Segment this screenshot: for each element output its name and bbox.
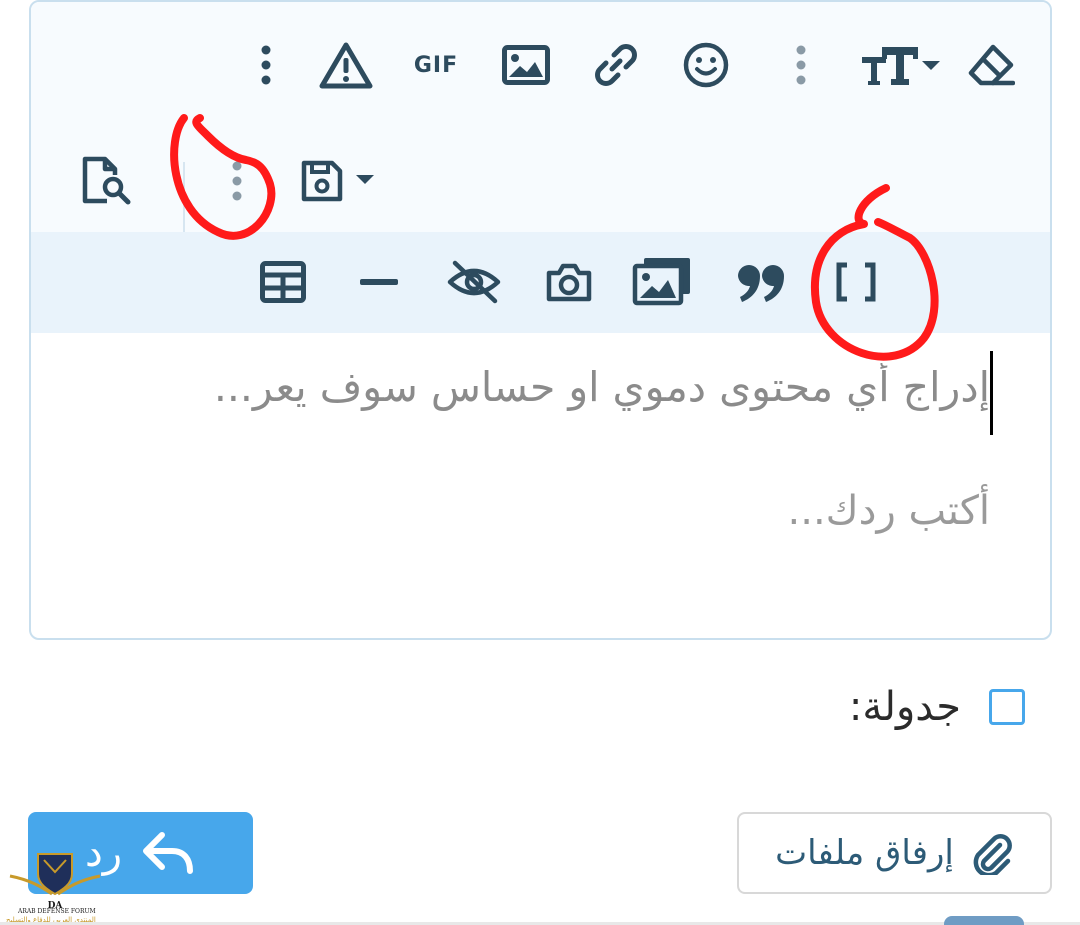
table-icon <box>260 261 306 303</box>
editor-toolbar: GIF <box>31 2 1050 232</box>
more-options-button[interactable] <box>246 40 286 90</box>
hide-icon <box>447 260 501 304</box>
spoiler-warning-button[interactable] <box>316 37 376 93</box>
eraser-icon <box>968 44 1015 86</box>
smilies-button[interactable] <box>676 38 736 92</box>
more-options-icon <box>261 45 271 85</box>
bottom-partial-button[interactable] <box>944 916 1024 925</box>
schedule-option: جدولة: <box>849 684 1025 730</box>
schedule-label: جدولة: <box>848 684 961 730</box>
gif-icon: GIF <box>413 52 459 78</box>
attach-files-label: إرفاق ملفات <box>775 833 954 873</box>
forum-logo: DA ARAB DEFENSE FORUM المنتدى العربي للد… <box>0 850 110 925</box>
gif-button[interactable]: GIF <box>406 40 466 90</box>
attach-files-button[interactable]: إرفاق ملفات <box>737 812 1052 894</box>
camera-button[interactable] <box>539 254 599 310</box>
preview-button[interactable] <box>77 152 137 208</box>
schedule-checkbox[interactable] <box>989 689 1025 725</box>
toolbar-separator <box>217 158 257 204</box>
horizontal-line-icon <box>360 279 398 285</box>
insert-table-button[interactable] <box>253 254 313 310</box>
horizontal-line-button[interactable] <box>349 254 409 310</box>
spoiler-warning-text: إدراج أي محتوى دموي او حساس سوف يعر... <box>213 363 990 411</box>
text-caret <box>990 351 993 435</box>
smiley-icon <box>683 42 729 88</box>
text-size-button[interactable] <box>857 38 947 92</box>
hide-content-button[interactable] <box>441 254 507 310</box>
logo-name-en: ARAB DEFENSE FORUM <box>18 908 96 915</box>
image-icon <box>502 45 550 85</box>
insert-image-button[interactable] <box>496 40 556 90</box>
save-draft-icon <box>301 160 374 202</box>
camera-icon <box>546 263 592 302</box>
preview-icon <box>82 156 131 205</box>
insert-link-button[interactable] <box>586 38 646 92</box>
drafts-button[interactable] <box>299 154 379 208</box>
editor-toolbar-secondary <box>31 232 1050 333</box>
warning-icon <box>319 42 373 89</box>
link-icon <box>595 44 637 86</box>
forum-emblem-icon: DA <box>9 853 101 910</box>
code-button[interactable] <box>826 254 886 310</box>
reply-placeholder: أكتب ردك... <box>787 488 990 534</box>
editor-content[interactable]: إدراج أي محتوى دموي او حساس سوف يعر... أ… <box>31 333 1050 638</box>
text-size-icon <box>862 47 940 85</box>
remove-formatting-button[interactable] <box>961 38 1021 92</box>
separator-dots-icon <box>232 161 242 201</box>
paperclip-icon <box>973 834 1012 875</box>
gallery-button[interactable] <box>629 252 695 310</box>
separator-dots-icon <box>796 45 806 85</box>
rich-text-editor: GIF إدراج أي محتوى دموي او حساس سوف يعر.… <box>29 0 1052 640</box>
toolbar-separator <box>781 42 821 88</box>
reply-arrow-icon <box>143 832 194 874</box>
toolbar-divider <box>183 162 185 232</box>
quote-button[interactable] <box>731 254 791 310</box>
brackets-icon <box>836 262 876 302</box>
quote-icon <box>738 265 784 302</box>
gallery-icon <box>632 258 690 306</box>
